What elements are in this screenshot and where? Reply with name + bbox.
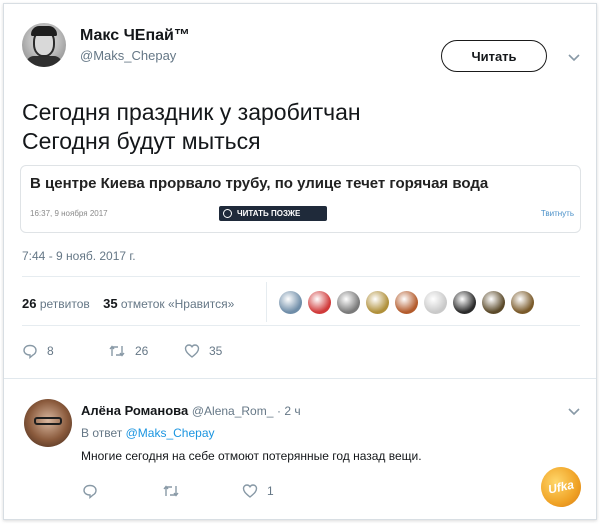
likes-label: отметок «Нравится» <box>120 297 235 311</box>
reply-author-avatar[interactable] <box>24 399 72 447</box>
liker-avatar[interactable] <box>453 291 476 314</box>
liker-avatar[interactable] <box>482 291 505 314</box>
like-count: 35 <box>209 344 223 358</box>
heart-icon <box>242 484 258 498</box>
watermark-logo: Ufka <box>537 463 585 511</box>
tweet-timestamp[interactable]: 7:44 - 9 нояб. 2017 г. <box>22 249 136 263</box>
engagement-stats: 26 ретвитов 35 отметок «Нравится» <box>22 296 234 311</box>
reply-text: Многие сегодня на себе отмоют потерянные… <box>81 449 422 463</box>
liker-avatar[interactable] <box>395 291 418 314</box>
author-handle[interactable]: @Maks_Chepay <box>80 48 176 63</box>
liker-avatar[interactable] <box>337 291 360 314</box>
reply-time[interactable]: · 2 ч <box>277 404 301 418</box>
read-later-button[interactable]: ЧИТАТЬ ПОЗЖЕ <box>219 206 327 221</box>
link-card[interactable]: В центре Киева прорвало трубу, по улице … <box>20 165 581 233</box>
likes-stat[interactable]: 35 отметок «Нравится» <box>103 296 235 311</box>
heart-icon <box>184 344 200 358</box>
liker-avatar[interactable] <box>279 291 302 314</box>
tweet-frame: Макс ЧЕпай™ @Maks_Chepay Читать Сегодня … <box>3 3 597 520</box>
reply-retweet-action[interactable] <box>162 483 189 499</box>
reply-like-action[interactable]: 1 <box>242 483 274 499</box>
follow-button[interactable]: Читать <box>441 40 547 72</box>
liker-avatar[interactable] <box>511 291 534 314</box>
reply-reply-action[interactable] <box>82 483 107 499</box>
tweet-text-line: Сегодня будут мыться <box>22 128 261 154</box>
reply-tweet[interactable]: Алёна Романова @Alena_Rom_ · 2 ч В ответ… <box>4 379 596 519</box>
stats-separator <box>266 282 267 322</box>
author-avatar[interactable] <box>22 23 66 67</box>
clock-icon <box>223 209 232 218</box>
chevron-down-icon[interactable] <box>566 403 582 419</box>
tweet-text: Сегодня праздник у заробитчан Сегодня бу… <box>22 98 361 156</box>
reply-action[interactable]: 8 <box>22 343 54 359</box>
divider <box>22 276 580 277</box>
reply-author-name[interactable]: Алёна Романова <box>81 403 188 418</box>
reply-icon <box>83 484 97 499</box>
reply-like-count: 1 <box>267 484 274 498</box>
retweet-icon <box>163 485 179 497</box>
in-reply-handle[interactable]: @Maks_Chepay <box>126 426 215 440</box>
in-reply-prefix: В ответ <box>81 426 123 440</box>
tweet-text-line: Сегодня праздник у заробитчан <box>22 99 361 125</box>
in-reply-to: В ответ @Maks_Chepay <box>81 426 215 440</box>
retweets-stat[interactable]: 26 ретвитов <box>22 296 90 311</box>
likes-count: 35 <box>103 296 118 311</box>
retweets-label: ретвитов <box>39 297 90 311</box>
read-later-label: ЧИТАТЬ ПОЗЖЕ <box>237 209 301 218</box>
reply-author: Алёна Романова @Alena_Rom_ · 2 ч <box>81 403 301 418</box>
retweet-count: 26 <box>135 344 149 358</box>
retweets-count: 26 <box>22 296 37 311</box>
reply-icon <box>23 344 37 359</box>
author-name[interactable]: Макс ЧЕпай™ <box>80 27 190 45</box>
liker-avatar[interactable] <box>424 291 447 314</box>
chevron-down-icon[interactable] <box>566 49 582 65</box>
card-tweet-link[interactable]: Твитнуть <box>541 209 574 218</box>
card-date: 16:37, 9 ноября 2017 <box>30 209 108 218</box>
retweet-action[interactable]: 26 <box>108 343 148 359</box>
divider <box>22 325 580 326</box>
reply-author-handle[interactable]: @Alena_Rom_ <box>192 404 274 418</box>
liker-avatar[interactable] <box>308 291 331 314</box>
reply-count: 8 <box>47 344 54 358</box>
like-action[interactable]: 35 <box>184 343 222 359</box>
liker-avatar[interactable] <box>366 291 389 314</box>
retweet-icon <box>109 345 125 357</box>
card-headline[interactable]: В центре Киева прорвало трубу, по улице … <box>30 175 488 192</box>
